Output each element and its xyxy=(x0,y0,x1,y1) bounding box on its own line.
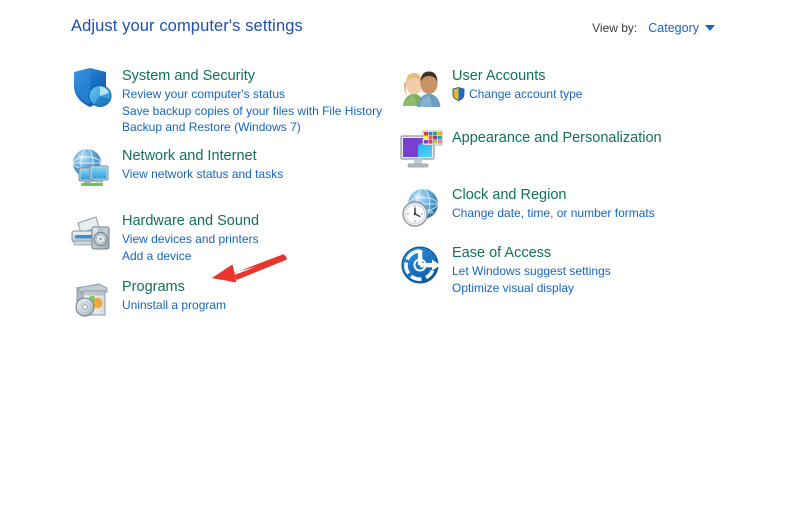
chevron-down-icon[interactable] xyxy=(705,25,715,31)
category-link[interactable]: Let Windows suggest settings xyxy=(452,263,611,280)
category-link[interactable]: Change account type xyxy=(452,86,582,103)
category-link[interactable]: Save backup copies of your files with Fi… xyxy=(122,103,382,120)
clock-region-icon xyxy=(398,185,444,229)
category-appearance-and-personalization[interactable]: Appearance and Personalization xyxy=(398,128,738,184)
category-system-and-security[interactable]: System and Security Review your computer… xyxy=(68,66,398,134)
appearance-monitor-icon xyxy=(398,128,444,172)
printer-hardware-icon xyxy=(68,211,114,255)
category-ease-of-access[interactable]: Ease of Access Let Windows suggest setti… xyxy=(398,243,738,301)
programs-box-icon xyxy=(68,277,114,321)
category-body: Appearance and Personalization xyxy=(452,128,662,148)
category-body: Network and Internet View network status… xyxy=(122,146,283,183)
category-body: Ease of Access Let Windows suggest setti… xyxy=(452,243,611,296)
category-body: Hardware and Sound View devices and prin… xyxy=(122,211,259,264)
category-link[interactable]: Review your computer's status xyxy=(122,86,382,103)
user-accounts-icon xyxy=(398,66,444,110)
category-link[interactable]: Change date, time, or number formats xyxy=(452,205,655,222)
category-link[interactable]: Uninstall a program xyxy=(122,297,226,314)
category-title[interactable]: Appearance and Personalization xyxy=(452,129,662,148)
category-link[interactable]: View devices and printers xyxy=(122,231,259,248)
category-link[interactable]: Optimize visual display xyxy=(452,280,611,297)
control-panel-window: Adjust your computer's settings View by:… xyxy=(0,0,799,506)
category-body: User Accounts Change account type xyxy=(452,66,582,103)
category-clock-and-region[interactable]: Clock and Region Change date, time, or n… xyxy=(398,185,738,241)
control-panel-header: Adjust your computer's settings View by:… xyxy=(0,17,799,43)
view-by-label: View by: xyxy=(592,21,638,35)
category-title[interactable]: Ease of Access xyxy=(452,244,551,263)
category-column-left: System and Security Review your computer… xyxy=(68,66,398,335)
category-hardware-and-sound[interactable]: Hardware and Sound View devices and prin… xyxy=(68,211,398,269)
view-by-control[interactable]: View by: Category xyxy=(592,21,715,35)
category-title[interactable]: System and Security xyxy=(122,67,255,86)
category-column-right: User Accounts Change account type Appear… xyxy=(398,66,738,301)
page-title: Adjust your computer's settings xyxy=(71,17,303,35)
category-body: System and Security Review your computer… xyxy=(122,66,382,136)
category-programs[interactable]: Programs Uninstall a program xyxy=(68,277,398,335)
category-title[interactable]: Hardware and Sound xyxy=(122,212,259,231)
category-link[interactable]: Backup and Restore (Windows 7) xyxy=(122,119,382,136)
category-title[interactable]: User Accounts xyxy=(452,67,546,86)
category-user-accounts[interactable]: User Accounts Change account type xyxy=(398,66,738,126)
category-body: Programs Uninstall a program xyxy=(122,277,226,314)
category-link[interactable]: Add a device xyxy=(122,248,259,265)
shield-security-icon xyxy=(68,66,114,110)
category-link-label: Change account type xyxy=(469,87,583,101)
category-body: Clock and Region Change date, time, or n… xyxy=(452,185,655,222)
category-title[interactable]: Clock and Region xyxy=(452,186,566,205)
view-by-selected-value[interactable]: Category xyxy=(648,21,699,35)
category-title[interactable]: Network and Internet xyxy=(122,147,257,166)
category-title[interactable]: Programs xyxy=(122,278,185,297)
uac-shield-icon xyxy=(452,87,465,102)
globe-network-icon xyxy=(68,146,114,190)
ease-of-access-icon xyxy=(398,243,444,287)
category-link[interactable]: View network status and tasks xyxy=(122,166,283,183)
category-network-and-internet[interactable]: Network and Internet View network status… xyxy=(68,146,398,204)
